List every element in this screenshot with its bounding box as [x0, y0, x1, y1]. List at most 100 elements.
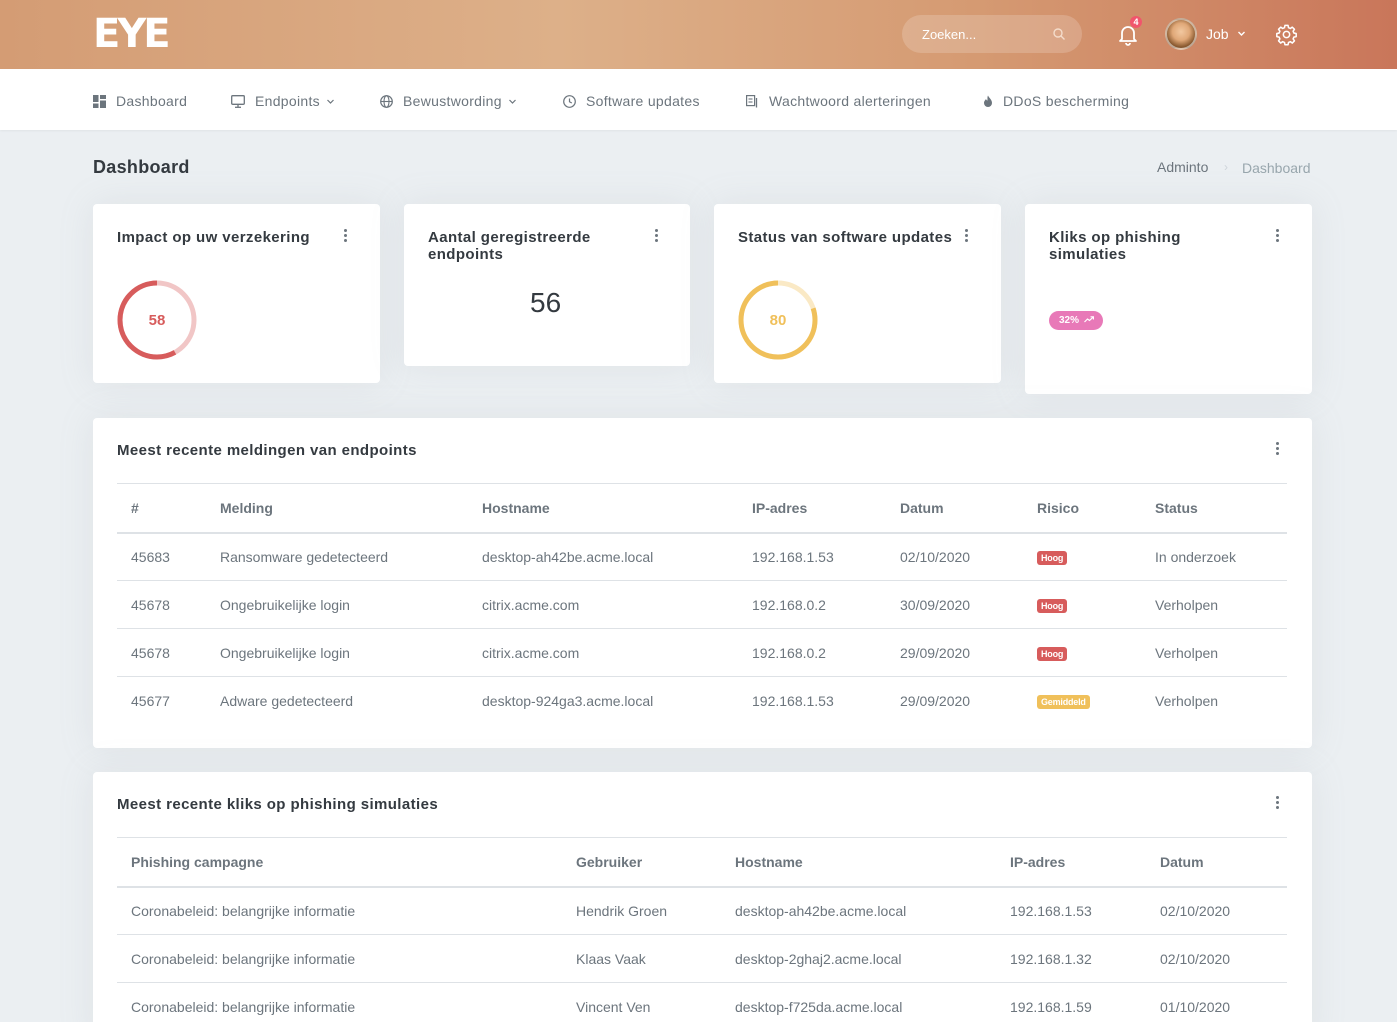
alert-id: 45678: [117, 580, 206, 629]
logo[interactable]: EYE: [93, 14, 171, 54]
hostname: desktop-2ghaj2.acme.local: [721, 934, 996, 983]
chevron-down-icon: [327, 99, 334, 104]
search-box[interactable]: [902, 15, 1082, 53]
gear-icon[interactable]: [1275, 23, 1298, 46]
campaign-name: Coronabeleid: belangrijke informatie: [117, 934, 562, 983]
gauge-value: 58: [149, 312, 166, 329]
nav-label: Wachtwoord alerteringen: [769, 93, 932, 109]
nav-label: Dashboard: [116, 93, 188, 109]
widget-title-line: simulaties: [1049, 246, 1127, 263]
alert-message: Ongebruikelijke login: [206, 628, 468, 677]
alert-ip: 192.168.0.2: [738, 580, 886, 629]
nav-item-bewustwording[interactable]: Bewustwording: [380, 93, 517, 109]
alert-risk: Hoog: [1023, 628, 1141, 677]
gauge-value: 80: [770, 312, 787, 329]
table-row[interactable]: 45677 Adware gedetecteerd desktop-924ga3…: [117, 677, 1287, 725]
alert-date: 29/09/2020: [900, 692, 971, 709]
table-row[interactable]: Coronabeleid: belangrijke informatie Hen…: [117, 886, 1287, 935]
search-input[interactable]: [902, 15, 1052, 53]
endpoint-count: 56: [530, 287, 562, 318]
table-row[interactable]: 45678 Ongebruikelijke login citrix.acme.…: [117, 628, 1287, 677]
table-row[interactable]: 45683 Ransomware gedetecteerd desktop-ah…: [117, 532, 1287, 581]
nav-item-wachtwoord-alerteringen[interactable]: Wachtwoord alerteringen: [746, 93, 931, 109]
ip-address: 192.168.1.53: [996, 886, 1146, 935]
column-header: Datum: [886, 483, 1023, 534]
column-header: Melding: [206, 483, 468, 534]
nav-item-ddos-bescherming[interactable]: DDoS bescherming: [983, 93, 1129, 109]
user-name: Vincent Ven: [576, 998, 651, 1015]
alert-id: 45683: [117, 532, 206, 581]
widget-phishing-clicks: Kliks op phishing simulaties 32%: [1025, 204, 1312, 394]
nav-label: Endpoints: [255, 93, 320, 109]
table-row[interactable]: Coronabeleid: belangrijke informatie Vin…: [117, 983, 1287, 1022]
nav-item-endpoints[interactable]: Endpoints: [231, 93, 335, 109]
alert-ip: 192.168.0.2: [738, 628, 886, 677]
widget-software-updates-status: Status van software updates 80: [714, 204, 1001, 383]
alert-status: Verholpen: [1141, 628, 1287, 677]
more-options-icon[interactable]: [1276, 442, 1280, 456]
widget-title: Kliks op phishing simulaties: [1049, 229, 1181, 263]
search-icon[interactable]: [1052, 27, 1066, 41]
nav-item-dashboard[interactable]: Dashboard: [93, 93, 187, 109]
alert-risk: Hoog: [1023, 580, 1141, 629]
avatar[interactable]: [1165, 18, 1197, 50]
risk-badge: Hoog: [1037, 551, 1068, 566]
nav-label: Bewustwording: [403, 93, 502, 109]
risk-badge: Hoog: [1037, 647, 1068, 661]
breadcrumb-link[interactable]: Adminto: [1157, 159, 1208, 175]
campaign-name: Coronabeleid: belangrijke informatie: [131, 998, 356, 1015]
user-name[interactable]: Job: [1206, 26, 1229, 42]
widget-title: Aantal geregistreerde endpoints: [428, 229, 591, 263]
page-title: Dashboard: [93, 157, 190, 177]
more-options-icon[interactable]: [655, 229, 659, 243]
more-options-icon[interactable]: [1276, 229, 1280, 243]
chevron-down-icon[interactable]: [1237, 29, 1246, 38]
widget-title-line: Kliks op phishing: [1049, 229, 1181, 246]
column-header: Gebruiker: [562, 837, 721, 888]
phishing-clicks-card: Meest recente kliks op phishing simulati…: [93, 772, 1312, 1022]
alert-risk: Hoog: [1023, 532, 1141, 581]
click-date: 02/10/2020: [1146, 934, 1287, 983]
alert-message: Ransomware gedetecteerd: [206, 532, 468, 581]
table-row[interactable]: Coronabeleid: belangrijke informatie Kla…: [117, 934, 1287, 983]
alert-status: Verholpen: [1155, 692, 1219, 709]
alert-status: In onderzoek: [1141, 532, 1287, 581]
update-icon: [563, 94, 576, 108]
risk-badge: Gemiddeld: [1037, 695, 1090, 710]
phishing-percentage: 32%: [1059, 315, 1080, 326]
more-options-icon[interactable]: [965, 229, 969, 243]
alert-ip: 192.168.1.53: [752, 692, 834, 709]
table-header-row: # Melding Hostname IP-adres Datum Risico…: [117, 483, 1287, 534]
hostname: desktop-ah42be.acme.local: [721, 886, 996, 935]
phishing-trend-badge: 32%: [1049, 311, 1103, 330]
alert-hostname: citrix.acme.com: [468, 580, 738, 629]
widget-title-line: Aantal geregistreerde: [428, 229, 591, 246]
widget-title: Impact op uw verzekering: [117, 229, 310, 246]
nav-label: DDoS bescherming: [1003, 93, 1130, 109]
column-header: #: [117, 483, 206, 534]
phishing-clicks-table: Phishing campagne Gebruiker Hostname IP-…: [117, 837, 1287, 1022]
click-date: 02/10/2020: [1146, 886, 1287, 935]
column-header: Hostname: [721, 837, 996, 888]
password-icon: [746, 94, 758, 107]
alert-date: 30/09/2020: [886, 580, 1023, 629]
column-header: Hostname: [468, 483, 738, 534]
topbar: EYE 4 Job: [0, 0, 1397, 69]
globe-icon: [380, 94, 393, 108]
more-options-icon[interactable]: [344, 229, 348, 243]
user-name: Hendrik Groen: [562, 886, 721, 935]
column-header: IP-adres: [738, 483, 886, 534]
nav-item-software-updates[interactable]: Software updates: [563, 93, 700, 109]
ip-address: 192.168.1.32: [996, 934, 1146, 983]
alert-message: Ongebruikelijke login: [206, 580, 468, 629]
breadcrumb-separator: ›: [1224, 160, 1228, 174]
notification-badge: 4: [1130, 16, 1142, 28]
insurance-gauge: 58: [117, 280, 197, 360]
column-header: Risico: [1023, 483, 1141, 534]
column-header: Phishing campagne: [117, 837, 562, 888]
more-options-icon[interactable]: [1276, 796, 1280, 810]
table-row[interactable]: 45678 Ongebruikelijke login citrix.acme.…: [117, 580, 1287, 629]
software-updates-gauge: 80: [738, 280, 818, 360]
alert-hostname: desktop-ah42be.acme.local: [468, 532, 738, 581]
column-header: Status: [1141, 483, 1287, 534]
